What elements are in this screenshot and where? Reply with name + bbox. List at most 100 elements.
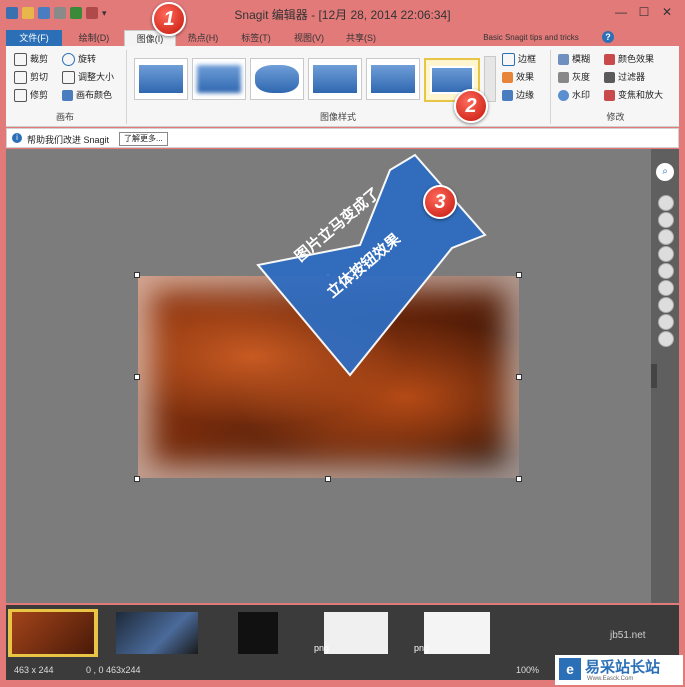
color-effects-icon <box>604 53 615 65</box>
crop-label: 裁剪 <box>30 54 49 64</box>
resize-handle[interactable] <box>134 476 140 482</box>
image-size: 463 x 244 <box>14 665 54 675</box>
crop-button[interactable]: 裁剪 <box>14 52 48 66</box>
border-icon <box>502 52 515 66</box>
step-badge-3: 3 <box>423 185 457 219</box>
info-bar: i 帮助我们改进 Snagit 了解更多... <box>6 128 679 148</box>
sidebar-tool-icon[interactable] <box>658 212 674 228</box>
tab-share[interactable]: 共享(S) <box>336 30 386 46</box>
style-thumb-3[interactable] <box>250 58 304 100</box>
sidebar-tool-icon[interactable] <box>658 297 674 313</box>
color-effects-button[interactable]: 颜色效果 <box>604 52 654 66</box>
edges-icon <box>502 89 513 101</box>
watermark-site-text: jb51.net <box>610 630 646 641</box>
film-item[interactable]: png <box>312 609 402 657</box>
cut-icon <box>14 70 27 84</box>
border-label: 边框 <box>518 54 537 64</box>
watermark-label: 水印 <box>572 90 591 100</box>
grayscale-icon <box>558 71 569 83</box>
color-effects-label: 颜色效果 <box>618 54 655 64</box>
zoom-level[interactable]: 100% <box>516 660 539 680</box>
group-divider <box>126 50 127 124</box>
tab-hotspot[interactable]: 热点(H) <box>178 30 228 46</box>
watermark-button[interactable]: 水印 <box>558 88 590 102</box>
title-bar: ▾ Snagit 编辑器 - [12月 28, 2014 22:06:34] —… <box>0 0 685 28</box>
film-item-selected[interactable] <box>8 609 98 657</box>
blur-icon <box>558 53 569 65</box>
sidebar-tool-icon[interactable] <box>658 263 674 279</box>
tips-link[interactable]: Basic Snagit tips and tricks <box>466 30 596 46</box>
film-item[interactable] <box>112 609 202 657</box>
maximize-button[interactable]: ☐ <box>633 4 655 20</box>
resize-handle[interactable] <box>134 272 140 278</box>
cursor-coords: 0 , 0 463x244 <box>86 665 141 675</box>
right-tool-sidebar: ⌕ <box>651 149 679 603</box>
style-thumb-2[interactable] <box>192 58 246 100</box>
sidebar-collapse-handle[interactable] <box>651 364 657 388</box>
trim-button[interactable]: 修剪 <box>14 88 48 102</box>
step-badge-2: 2 <box>454 89 488 123</box>
edges-button[interactable]: 边缘 <box>502 88 534 102</box>
tab-file[interactable]: 文件(F) <box>6 30 62 46</box>
sidebar-tool-icon[interactable] <box>658 331 674 347</box>
blur-label: 模糊 <box>572 54 591 64</box>
film-item[interactable]: png <box>412 609 502 657</box>
canvas-group-label: 画布 <box>55 112 74 122</box>
cut-label: 剪切 <box>30 72 49 82</box>
effects-icon <box>502 71 513 83</box>
logo-title: 易采站长站 <box>585 658 661 676</box>
spotlight-button[interactable]: 变焦和放大 <box>604 88 663 102</box>
border-button[interactable]: 边框 <box>502 52 536 66</box>
search-icon[interactable]: ⌕ <box>656 163 674 181</box>
filters-button[interactable]: 过滤器 <box>604 70 645 84</box>
sidebar-tool-icon[interactable] <box>658 280 674 296</box>
effects-label: 效果 <box>516 72 535 82</box>
info-icon: i <box>12 133 22 143</box>
rotate-button[interactable]: 旋转 <box>62 52 96 66</box>
resize-handle[interactable] <box>516 476 522 482</box>
library-filmstrip: png png <box>6 605 679 660</box>
window-title: Snagit 编辑器 - [12月 28, 2014 22:06:34] <box>234 8 451 22</box>
resize-button[interactable]: 调整大小 <box>62 70 114 84</box>
learn-more-button[interactable]: 了解更多... <box>119 132 168 146</box>
filters-icon <box>604 71 615 83</box>
canvas-color-button[interactable]: 画布颜色 <box>62 88 112 102</box>
cut-button[interactable]: 剪切 <box>14 70 48 84</box>
trim-icon <box>14 88 27 102</box>
sidebar-tool-icon[interactable] <box>658 195 674 211</box>
style-thumb-4[interactable] <box>308 58 362 100</box>
logo-url: Www.Easck.Com <box>587 676 634 682</box>
resize-handle[interactable] <box>134 374 140 380</box>
resize-handle[interactable] <box>325 476 331 482</box>
logo-icon: e <box>559 658 581 680</box>
style-thumb-5[interactable] <box>366 58 420 100</box>
tab-tags[interactable]: 标签(T) <box>230 30 282 46</box>
modify-group-label: 修改 <box>606 112 625 122</box>
resize-handle[interactable] <box>516 374 522 380</box>
sidebar-tool-icon[interactable] <box>658 246 674 262</box>
resize-label: 调整大小 <box>78 72 115 82</box>
spotlight-label: 变焦和放大 <box>618 90 664 100</box>
tab-view[interactable]: 视图(V) <box>284 30 334 46</box>
minimize-button[interactable]: — <box>610 4 632 20</box>
sidebar-tool-icon[interactable] <box>658 314 674 330</box>
tab-draw[interactable]: 绘制(D) <box>68 30 120 46</box>
close-button[interactable]: ✕ <box>656 4 678 20</box>
resize-icon <box>62 70 75 84</box>
blur-button[interactable]: 模糊 <box>558 52 590 66</box>
style-thumb-1[interactable] <box>134 58 188 100</box>
trim-label: 修剪 <box>30 90 49 100</box>
grayscale-button[interactable]: 灰度 <box>558 70 590 84</box>
info-text: 帮助我们改进 Snagit <box>27 135 110 145</box>
help-icon[interactable]: ? <box>602 31 614 43</box>
png-label: png <box>314 643 330 653</box>
gallery-scroll[interactable] <box>484 56 496 102</box>
effects-button[interactable]: 效果 <box>502 70 534 84</box>
step-badge-1: 1 <box>152 2 186 36</box>
sidebar-tool-icon[interactable] <box>658 229 674 245</box>
filters-label: 过滤器 <box>618 72 646 82</box>
resize-handle[interactable] <box>516 272 522 278</box>
snagit-editor-window: ▾ Snagit 编辑器 - [12月 28, 2014 22:06:34] —… <box>0 0 685 687</box>
canvas-color-icon <box>62 89 73 101</box>
film-item[interactable] <box>212 609 302 657</box>
